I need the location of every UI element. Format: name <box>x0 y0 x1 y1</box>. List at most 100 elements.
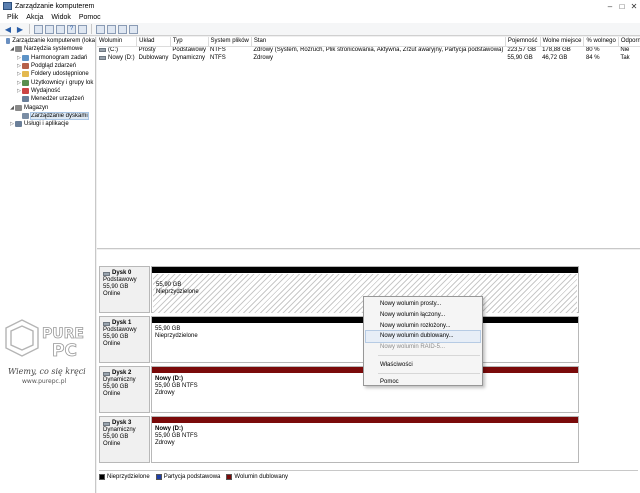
tree-item[interactable]: Zarządzanie dyskami <box>0 111 95 120</box>
refresh-icon[interactable] <box>118 24 127 34</box>
tree-item[interactable]: ▷ Wydajność <box>0 87 95 95</box>
table-cell: Nie <box>620 47 630 54</box>
title-bar: Zarządzanie komputerem – □ ✕ <box>0 0 640 12</box>
menu-item-new-volume[interactable]: Nowy wolumin prosty... <box>364 299 482 310</box>
table-cell: Podstawowy <box>172 47 207 54</box>
volume-list-pane: Wolumin Układ Typ System plików Stan Pojemnoś… <box>97 37 640 249</box>
disk-name-label: Dysk 3 <box>112 420 132 426</box>
legend-item: Partycja podstawowa <box>155 473 221 480</box>
delete-icon[interactable] <box>107 24 116 34</box>
column-header[interactable]: Wolumin <box>97 37 138 47</box>
back-icon[interactable]: ◀ <box>3 24 13 34</box>
tree-item[interactable]: ▷ Harmonogram zadań <box>0 54 95 62</box>
column-header[interactable]: System plików <box>208 37 252 47</box>
menu-item-properties[interactable]: Właściwości <box>364 359 482 370</box>
volume-table-header: Wolumin Układ Typ System plików Stan Pojemnoś… <box>97 37 640 47</box>
column-header[interactable]: Pojemność <box>505 37 541 47</box>
table-row[interactable]: Nowy (D:) Dublowany Dynamiczny NTFS Zdrowy 55… <box>97 54 640 62</box>
column-header[interactable]: Układ <box>136 37 171 47</box>
legend-label: Partycja podstawowa <box>163 473 221 480</box>
table-cell: 178,88 GB <box>542 47 571 54</box>
close-button[interactable]: ✕ <box>628 0 640 12</box>
table-cell: 84 % <box>585 55 600 61</box>
menu-item-new-volume[interactable]: Nowy wolumin rozłożony... <box>364 320 482 331</box>
toolbar-separator <box>29 24 30 34</box>
maximize-button[interactable]: □ <box>616 0 628 12</box>
tree-item-label: Użytkownicy i grupy lok <box>31 79 94 86</box>
computer-icon <box>5 38 11 45</box>
column-header[interactable]: % wolnego <box>583 37 619 47</box>
forward-icon[interactable]: ▶ <box>15 24 25 34</box>
tree-item-label: Narzędzia systemowe <box>24 46 83 53</box>
menu-item-new-volume[interactable]: Nowy wolumin dublowany... <box>365 330 481 343</box>
tree-item[interactable]: ▷ Podgląd zdarzeń <box>0 62 95 70</box>
disk-type: Podstawowy <box>103 327 137 333</box>
menu-bar: Plik Akcja Widok Pomoc <box>0 12 640 23</box>
tree-item[interactable]: Zarządzanie komputerem (loka <box>0 37 95 45</box>
tree-item[interactable]: ▷ Użytkownicy i grupy lok <box>0 78 95 86</box>
column-header[interactable]: Stan <box>251 37 506 47</box>
connect-icon[interactable] <box>96 24 105 34</box>
disk-row: Dysk 3 Dynamiczny 55,90 GB Online Nowy (D:) 5… <box>99 416 579 463</box>
device-manager-icon <box>22 96 29 103</box>
menu-widok[interactable]: Widok <box>47 14 74 21</box>
disk-management-icon <box>22 112 29 119</box>
tree-item[interactable]: ◢ Magazyn <box>0 103 95 111</box>
menu-item-help[interactable]: Pomoc <box>364 377 482 388</box>
volume-name: (C:) <box>99 47 135 53</box>
disk-row: Dysk 2 Dynamiczny 55,90 GB Online Nowy (D:) 5… <box>99 366 579 413</box>
disk-info[interactable]: Dysk 0 Podstawowy 55,90 GB Online <box>99 266 150 313</box>
menu-akcja[interactable]: Akcja <box>22 14 47 21</box>
menu-pomoc[interactable]: Pomoc <box>75 14 105 21</box>
table-cell: NTFS <box>210 55 226 61</box>
tree-item[interactable]: ▷ Foldery udostępnione <box>0 70 95 78</box>
disk-info[interactable]: Dysk 1 Podstawowy 55,90 GB Online <box>99 316 150 363</box>
disk-status: Online <box>103 391 121 397</box>
table-row[interactable]: (C:) Prosty Podstawowy NTFS Zdrowy (System, … <box>97 46 640 54</box>
disk-size: 55,90 GB <box>103 284 129 290</box>
list-view-icon[interactable] <box>129 24 138 34</box>
services-icon <box>15 121 22 128</box>
table-cell: 80 % <box>585 47 600 54</box>
legend-label: Wolumin dublowany <box>234 473 288 480</box>
toolbar: ◀ ▶ ? <box>0 23 640 36</box>
volume-label: (C:) <box>108 47 118 54</box>
storage-icon <box>15 104 22 111</box>
window-title: Zarządzanie komputerem <box>15 2 95 10</box>
disk-type: Dynamiczny <box>103 377 136 383</box>
disk-name: Dysk 1 <box>103 320 146 327</box>
legend-item: Nieprzydzielone <box>99 473 150 480</box>
menu-separator <box>378 355 480 357</box>
users-icon <box>22 79 29 86</box>
help-icon[interactable]: ? <box>67 24 76 34</box>
tree-item[interactable]: Menedżer urządzeń <box>0 95 95 103</box>
disk-name-label: Dysk 1 <box>112 320 132 326</box>
menu-item-new-volume: Nowy wolumin RAID-5... <box>380 344 446 351</box>
disk-info[interactable]: Dysk 2 Dynamiczny 55,90 GB Online <box>99 366 150 413</box>
column-header[interactable]: Typ <box>170 37 209 47</box>
menu-plik[interactable]: Plik <box>3 14 22 21</box>
disk-icon <box>103 271 110 276</box>
partition-status: Zdrowy <box>155 440 175 446</box>
volume-label: Nowy (D:) <box>108 55 135 61</box>
disk-name: Dysk 2 <box>103 370 146 377</box>
properties-icon[interactable] <box>56 24 65 34</box>
up-folder-icon[interactable] <box>34 24 43 34</box>
disk-row: Dysk 1 Podstawowy 55,90 GB Online 55,90 GB Ni… <box>99 316 579 363</box>
drive-icon <box>99 48 106 53</box>
tree-item[interactable]: ▷ Usługi i aplikacje <box>0 120 95 128</box>
tree-item[interactable]: ◢ Narzędzia systemowe <box>0 45 95 53</box>
disk-row: Dysk 0 Podstawowy 55,90 GB Online 55,90 GB Ni… <box>99 266 579 313</box>
menu-item-new-volume[interactable]: Nowy wolumin łączony... <box>364 310 482 321</box>
disk-info[interactable]: Dysk 3 Dynamiczny 55,90 GB Online <box>99 416 150 463</box>
partition-status: Nieprzydzielone <box>156 289 199 295</box>
column-header[interactable]: Odporność na <box>618 37 640 47</box>
legend-swatch <box>99 473 105 480</box>
column-header[interactable]: Wolne miejsce <box>540 37 585 47</box>
minimize-button[interactable]: – <box>604 0 616 12</box>
disk-status: Online <box>103 441 121 447</box>
table-cell: 46,72 GB <box>542 55 568 61</box>
partition-block[interactable]: Nowy (D:) 55,90 GB NTFS Zdrowy <box>151 416 579 463</box>
show-hide-tree-icon[interactable] <box>45 24 54 34</box>
mmc-icon[interactable] <box>78 24 87 34</box>
